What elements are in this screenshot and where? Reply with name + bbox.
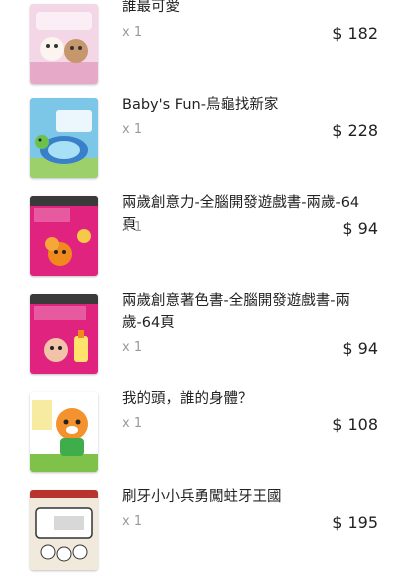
item-quantity: x 1 xyxy=(122,416,143,431)
item-price: $ 228 xyxy=(332,121,378,140)
item-price: $ 182 xyxy=(332,24,378,43)
item-quantity: x 1 xyxy=(122,220,143,235)
book-cover-thumbnail[interactable] xyxy=(30,392,98,472)
item-title[interactable]: 我的頭，誰的身體？ xyxy=(122,388,372,410)
item-title[interactable]: 刷牙小小兵勇闖蛀牙王國 xyxy=(122,486,372,508)
book-cover-thumbnail[interactable] xyxy=(30,4,98,84)
item-price: $ 195 xyxy=(332,513,378,532)
item-title[interactable]: Baby's Fun-烏龜找新家 xyxy=(122,94,372,116)
book-cover-thumbnail[interactable] xyxy=(30,196,98,276)
item-quantity: x 1 xyxy=(122,25,143,40)
item-price: $ 108 xyxy=(332,415,378,434)
book-cover-thumbnail[interactable] xyxy=(30,98,98,178)
item-quantity: x 1 xyxy=(122,514,143,529)
item-price: $ 94 xyxy=(342,339,378,358)
item-title[interactable]: 兩歲創意力-全腦開發遊戲書-兩歲-64頁 xyxy=(122,192,372,236)
item-title[interactable]: 兩歲創意著色書-全腦開發遊戲書-兩歲-64頁 xyxy=(122,290,372,334)
item-price: $ 94 xyxy=(342,219,378,238)
book-cover-thumbnail[interactable] xyxy=(30,490,98,570)
item-quantity: x 1 xyxy=(122,340,143,355)
item-title[interactable]: 誰最可愛 xyxy=(122,0,372,18)
book-cover-thumbnail[interactable] xyxy=(30,294,98,374)
item-quantity: x 1 xyxy=(122,122,143,137)
